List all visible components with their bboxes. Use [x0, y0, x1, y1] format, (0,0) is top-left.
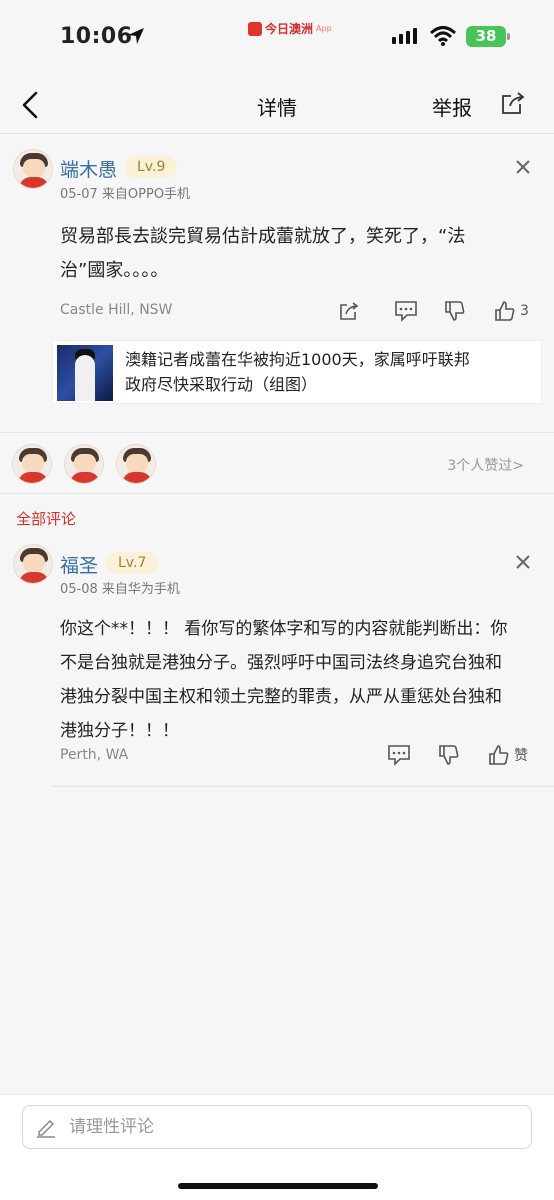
comment-meta: 05-07 来自OPPO手机 [60, 187, 191, 202]
app-badge-suffix: App [316, 24, 332, 33]
pencil-icon [37, 1119, 55, 1138]
share-icon[interactable] [500, 90, 526, 116]
battery-indicator: 38 [466, 26, 510, 47]
comment-location: Castle Hill, NSW [60, 302, 173, 318]
report-button[interactable]: 举报 [432, 92, 472, 121]
like-button[interactable]: 赞 [488, 744, 528, 766]
main-comment-username[interactable]: 端木愚 [60, 155, 117, 182]
close-icon[interactable] [515, 159, 531, 175]
avatar[interactable] [13, 149, 53, 189]
navigation-bar: 详情 举报 [0, 76, 554, 134]
thumbs-up-icon [489, 745, 509, 765]
level-badge: Lv.9 [125, 156, 178, 178]
reply-bubble-icon[interactable] [394, 300, 418, 322]
status-bar: 10:06 今日澳洲 App 38 [0, 0, 554, 76]
avatar[interactable] [13, 544, 53, 584]
reply-text: 你这个**！！！ 看你写的繁体字和写的内容就能判断出：你 不是台独就是港独分子。… [60, 619, 508, 741]
app-badge: 今日澳洲 App [248, 20, 332, 37]
thumbs-down-icon[interactable] [444, 300, 466, 322]
reply-username[interactable]: 福圣 [60, 551, 98, 578]
comment-location: Perth, WA [60, 747, 129, 763]
home-indicator [178, 1183, 378, 1189]
like-label: 赞 [514, 748, 528, 764]
likers-link[interactable]: 3个人赞过> [447, 455, 524, 475]
article-title: 澳籍记者成蕾在华被拘近1000天，家属呼吁联邦 政府尽快采取行动（组图） [125, 350, 470, 394]
app-badge-name: 今日澳洲 [265, 22, 314, 36]
avatar[interactable] [116, 444, 156, 484]
divider [52, 786, 554, 787]
app-logo-icon [248, 21, 262, 36]
cellular-signal-icon [392, 28, 417, 44]
thumbs-up-icon [495, 301, 515, 321]
comment-bar: 请理性评论 [0, 1094, 554, 1200]
thumbs-down-icon[interactable] [438, 744, 460, 766]
comment-input[interactable]: 请理性评论 [22, 1105, 532, 1149]
location-arrow-icon [128, 28, 144, 44]
like-count: 3 [520, 303, 529, 319]
avatar[interactable] [64, 444, 104, 484]
linked-article-card[interactable]: 澳籍记者成蕾在华被拘近1000天，家属呼吁联邦 政府尽快采取行动（组图） [52, 340, 542, 404]
article-thumbnail [57, 345, 113, 401]
wifi-icon [430, 26, 456, 46]
close-icon[interactable] [515, 554, 531, 570]
comment-input-placeholder: 请理性评论 [69, 1117, 154, 1137]
level-badge: Lv.7 [106, 552, 159, 574]
comment-meta: 05-08 来自华为手机 [60, 582, 180, 597]
likers-row[interactable]: 3个人赞过> [0, 432, 554, 494]
main-comment-text: 贸易部長去談完貿易估計成蕾就放了，笑死了，“法 治”國家。。。。 [60, 226, 466, 281]
all-comments-heading: 全部评论 [16, 510, 77, 528]
reply-bubble-icon[interactable] [387, 744, 411, 766]
share-icon[interactable] [338, 300, 360, 322]
like-button[interactable]: 3 [494, 300, 529, 322]
status-time: 10:06 [60, 24, 133, 49]
avatar[interactable] [12, 444, 52, 484]
